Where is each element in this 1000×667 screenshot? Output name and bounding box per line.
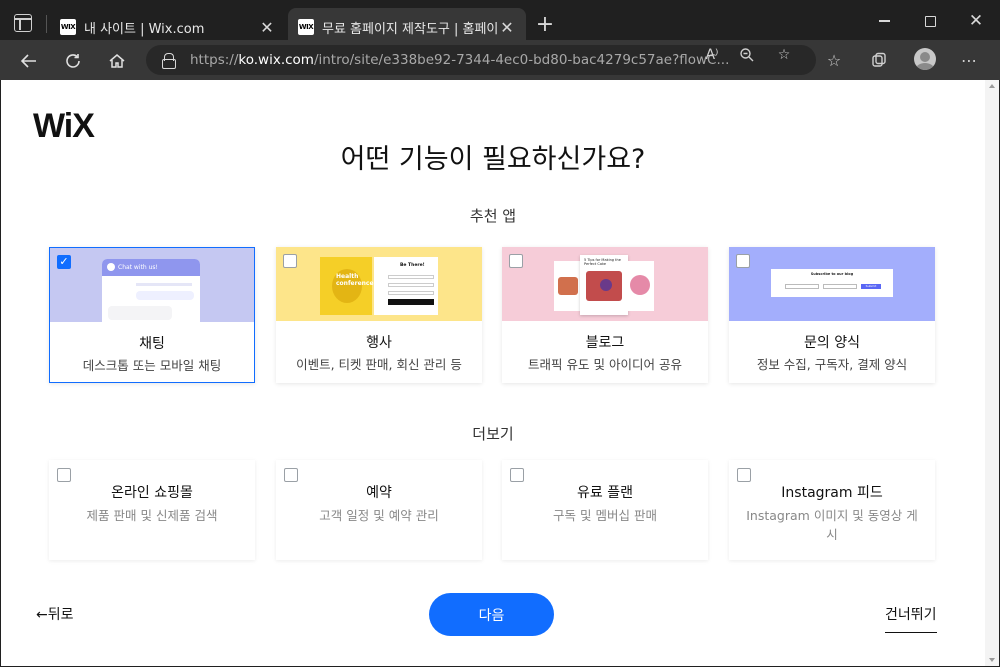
events-checkbox[interactable] <box>283 254 297 268</box>
app-card-subtitle: 트래픽 유도 및 아이디어 공유 <box>528 357 682 372</box>
app-card-title: 예약 <box>366 485 392 501</box>
paid-plans-checkbox[interactable] <box>510 468 524 482</box>
recommended-apps-label: 추천 앱 <box>469 207 517 225</box>
blog-preview-image: 5 Tips for Making the Perfect Cake <box>502 247 708 321</box>
close-tab-icon[interactable]: ✕ <box>498 18 516 37</box>
app-card-subtitle: 고객 일정 및 예약 관리 <box>319 508 439 523</box>
wix-favicon-icon: WIX <box>60 19 76 35</box>
refresh-icon[interactable] <box>59 47 87 75</box>
app-card-events[interactable]: Health conference Be There! 행사 이벤트, 티켓 판… <box>276 247 482 383</box>
app-card-subtitle: 데스크톱 또는 모바일 채팅 <box>82 358 222 373</box>
instagram-feed-checkbox[interactable] <box>737 468 751 482</box>
tab-title: 내 사이트 | Wix.com <box>84 21 205 37</box>
app-card-subtitle: 정보 수집, 구독자, 결제 양식 <box>756 357 908 372</box>
bookings-checkbox[interactable] <box>284 468 298 482</box>
skip-link[interactable]: 건너뛰기 <box>885 604 937 633</box>
back-link[interactable]: ←뒤로 <box>36 604 74 624</box>
new-tab-icon[interactable]: + <box>533 12 557 37</box>
wix-favicon-icon: WIX <box>298 19 314 35</box>
lock-icon[interactable] <box>162 53 176 69</box>
form-preview-image: Subscribe to our blog Submit <box>729 247 935 321</box>
app-card-title: 행사 <box>366 335 392 351</box>
maximize-icon[interactable] <box>917 10 943 32</box>
home-icon[interactable] <box>103 47 131 75</box>
app-card-forms[interactable]: Subscribe to our blog Submit 문의 양식 정보 수집… <box>729 247 935 383</box>
browser-toolbar: https://ko.wix.com/intro/site/e338be92-7… <box>0 40 1000 80</box>
favorites-icon[interactable]: ☆ <box>823 49 845 71</box>
app-card-title: 채팅 <box>139 336 165 352</box>
app-card-subtitle: 구독 및 멤버십 판매 <box>553 508 657 523</box>
scroll-down-icon[interactable] <box>989 658 995 662</box>
page-title: 어떤 기능이 필요하신가요? <box>340 144 646 175</box>
forms-checkbox[interactable] <box>736 254 750 268</box>
url-protocol: https:// <box>190 52 239 68</box>
blog-checkbox[interactable] <box>509 254 523 268</box>
app-card-paid-plans[interactable]: 유료 플랜 구독 및 멤버십 판매 <box>502 460 708 560</box>
app-card-instagram-feed[interactable]: Instagram 피드 Instagram 이미지 및 동영상 게시 <box>729 460 935 560</box>
tab-title: 무료 홈페이지 제작도구 | 홈페이지 <box>322 21 498 37</box>
app-card-subtitle: 이벤트, 티켓 판매, 회신 관리 등 <box>296 357 462 372</box>
online-store-checkbox[interactable] <box>57 468 71 482</box>
events-preview-image: Health conference Be There! <box>276 247 482 321</box>
page-scrollbar[interactable] <box>985 80 999 666</box>
app-card-online-store[interactable]: 온라인 쇼핑몰 제품 판매 및 신제품 검색 <box>49 460 255 560</box>
app-card-bookings[interactable]: 예약 고객 일정 및 예약 관리 <box>276 460 482 560</box>
app-card-title: 블로그 <box>585 335 625 351</box>
close-tab-icon[interactable]: ✕ <box>258 18 276 37</box>
app-card-subtitle: Instagram 이미지 및 동영상 게시 <box>746 508 918 542</box>
more-apps-label: 더보기 <box>472 425 514 443</box>
app-card-title: 온라인 쇼핑몰 <box>111 485 193 501</box>
close-window-icon[interactable]: ✕ <box>963 10 989 32</box>
next-button[interactable]: 다음 <box>429 593 554 636</box>
url-host: ko.wix.com <box>238 52 314 68</box>
tab-actions-icon[interactable] <box>14 14 32 32</box>
scroll-up-icon[interactable] <box>989 84 995 88</box>
app-card-title: Instagram 피드 <box>781 485 883 501</box>
back-arrow-icon[interactable] <box>15 47 43 75</box>
profile-avatar[interactable] <box>914 48 936 70</box>
app-card-title: 문의 양식 <box>804 335 860 351</box>
url-path: /intro/site/e338be92-7344-4ec0-bd80-bac4… <box>313 52 730 68</box>
tab-separator <box>46 15 47 33</box>
app-card-chat[interactable]: Chat with us! ✓ 채팅 데스크톱 또는 모바일 채팅 <box>49 247 255 383</box>
more-options-icon[interactable]: ⋯ <box>958 49 980 71</box>
app-card-blog[interactable]: 5 Tips for Making the Perfect Cake 블로그 트… <box>502 247 708 383</box>
page-content: WiX 어떤 기능이 필요하신가요? 추천 앱 Chat with us! ✓ … <box>1 80 999 666</box>
read-aloud-icon[interactable]: A⁾ <box>701 44 723 66</box>
collections-icon[interactable] <box>868 49 890 71</box>
app-card-title: 유료 플랜 <box>577 485 633 501</box>
zoom-icon[interactable] <box>736 44 758 66</box>
chat-preview-image: Chat with us! <box>50 248 254 322</box>
app-card-subtitle: 제품 판매 및 신제품 검색 <box>86 508 218 523</box>
add-favorite-icon[interactable]: ☆ <box>773 44 795 66</box>
chat-checkbox[interactable]: ✓ <box>57 255 71 269</box>
minimize-icon[interactable] <box>871 10 897 32</box>
